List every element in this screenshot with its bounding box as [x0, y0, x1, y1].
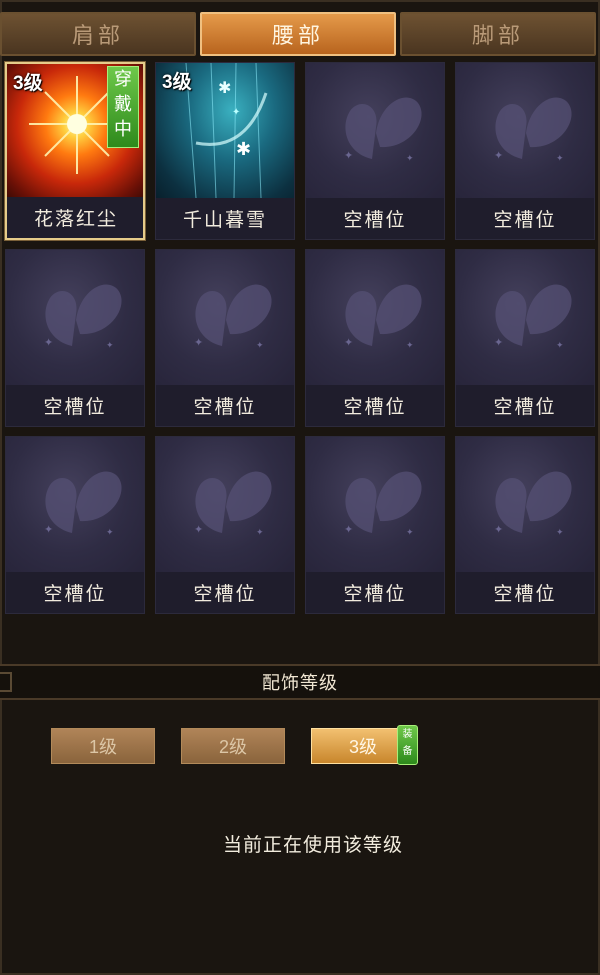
- butterfly-icon: ✦ ✦: [456, 250, 594, 385]
- slot-name: 空槽位: [156, 572, 294, 613]
- tab-waist[interactable]: 腰部: [200, 12, 396, 56]
- category-tabs: 肩部 腰部 脚部: [0, 12, 600, 58]
- svg-text:✦: ✦: [194, 524, 203, 536]
- tab-shoulder[interactable]: 肩部: [0, 12, 196, 56]
- slot-name: 空槽位: [456, 572, 594, 613]
- svg-text:✦: ✦: [556, 153, 564, 163]
- empty-slot[interactable]: ✦ ✦ 空槽位: [305, 249, 445, 427]
- svg-text:✦: ✦: [556, 340, 564, 350]
- empty-slot[interactable]: ✦ ✦ 空槽位: [155, 436, 295, 614]
- butterfly-icon: ✦ ✦: [156, 437, 294, 572]
- accessory-slot[interactable]: 3级 穿戴中 花落红尘: [5, 62, 145, 240]
- empty-slot[interactable]: ✦ ✦ 空槽位: [455, 249, 595, 427]
- slot-name: 空槽位: [306, 198, 444, 239]
- level-2-button[interactable]: 2级: [181, 728, 285, 764]
- svg-text:✦: ✦: [406, 153, 414, 163]
- slot-name: 空槽位: [306, 385, 444, 426]
- slot-name: 千山暮雪: [156, 198, 294, 239]
- slot-name: 空槽位: [156, 385, 294, 426]
- empty-slot[interactable]: ✦ ✦ 空槽位: [305, 436, 445, 614]
- butterfly-icon: ✦ ✦: [306, 250, 444, 385]
- empty-slot[interactable]: ✦ ✦ 空槽位: [455, 436, 595, 614]
- slot-name: 空槽位: [456, 385, 594, 426]
- level-1-button[interactable]: 1级: [51, 728, 155, 764]
- svg-text:✦: ✦: [406, 340, 414, 350]
- empty-slot[interactable]: ✦ ✦ 空槽位: [155, 249, 295, 427]
- equipped-tag: 装备: [397, 725, 418, 765]
- svg-text:✦: ✦: [494, 524, 503, 536]
- slot-name: 空槽位: [6, 572, 144, 613]
- svg-text:✦: ✦: [344, 524, 353, 536]
- header-end-cap: [0, 672, 12, 692]
- svg-text:✦: ✦: [344, 150, 353, 162]
- accessory-slot[interactable]: ✱ ✱ ✦ 3级 千山暮雪: [155, 62, 295, 240]
- svg-text:✦: ✦: [106, 527, 114, 537]
- svg-text:✱: ✱: [218, 80, 231, 97]
- slot-level: 3级: [162, 72, 192, 93]
- slot-name: 空槽位: [306, 572, 444, 613]
- svg-text:✦: ✦: [194, 337, 203, 349]
- butterfly-icon: ✦ ✦: [6, 250, 144, 385]
- empty-slot[interactable]: ✦ ✦ 空槽位: [305, 62, 445, 240]
- svg-text:✦: ✦: [256, 340, 264, 350]
- slot-name: 花落红尘: [7, 197, 143, 238]
- empty-slot[interactable]: ✦ ✦ 空槽位: [5, 436, 145, 614]
- svg-text:✦: ✦: [344, 337, 353, 349]
- svg-text:✦: ✦: [106, 340, 114, 350]
- butterfly-icon: ✦ ✦: [456, 437, 594, 572]
- butterfly-icon: ✦ ✦: [156, 250, 294, 385]
- empty-slot[interactable]: ✦ ✦ 空槽位: [455, 62, 595, 240]
- butterfly-icon: ✦ ✦: [456, 63, 594, 198]
- accessory-level-header: 配饰等级: [0, 664, 600, 700]
- slot-name: 空槽位: [456, 198, 594, 239]
- svg-text:✦: ✦: [44, 337, 53, 349]
- svg-text:✦: ✦: [556, 527, 564, 537]
- accessory-grid: 3级 穿戴中 花落红尘 ✱ ✱ ✦ 3级 千山暮雪 ✦ ✦ 空槽位 ✦ ✦ 空槽…: [0, 62, 600, 617]
- status-text: 当前正在使用该等级: [222, 835, 403, 856]
- wearing-badge: 穿戴中: [107, 66, 139, 148]
- butterfly-icon: ✦ ✦: [306, 437, 444, 572]
- svg-text:✦: ✦: [494, 150, 503, 162]
- section-title: 配饰等级: [262, 673, 338, 693]
- butterfly-icon: ✦ ✦: [306, 63, 444, 198]
- svg-text:✦: ✦: [406, 527, 414, 537]
- svg-text:✦: ✦: [232, 107, 240, 118]
- slot-name: 空槽位: [6, 385, 144, 426]
- tab-feet[interactable]: 脚部: [400, 12, 596, 56]
- svg-text:✦: ✦: [494, 337, 503, 349]
- butterfly-icon: ✦ ✦: [6, 437, 144, 572]
- svg-text:✦: ✦: [256, 527, 264, 537]
- svg-text:✦: ✦: [44, 524, 53, 536]
- empty-slot[interactable]: ✦ ✦ 空槽位: [5, 249, 145, 427]
- slot-level: 3级: [13, 73, 43, 94]
- svg-text:✱: ✱: [236, 139, 251, 159]
